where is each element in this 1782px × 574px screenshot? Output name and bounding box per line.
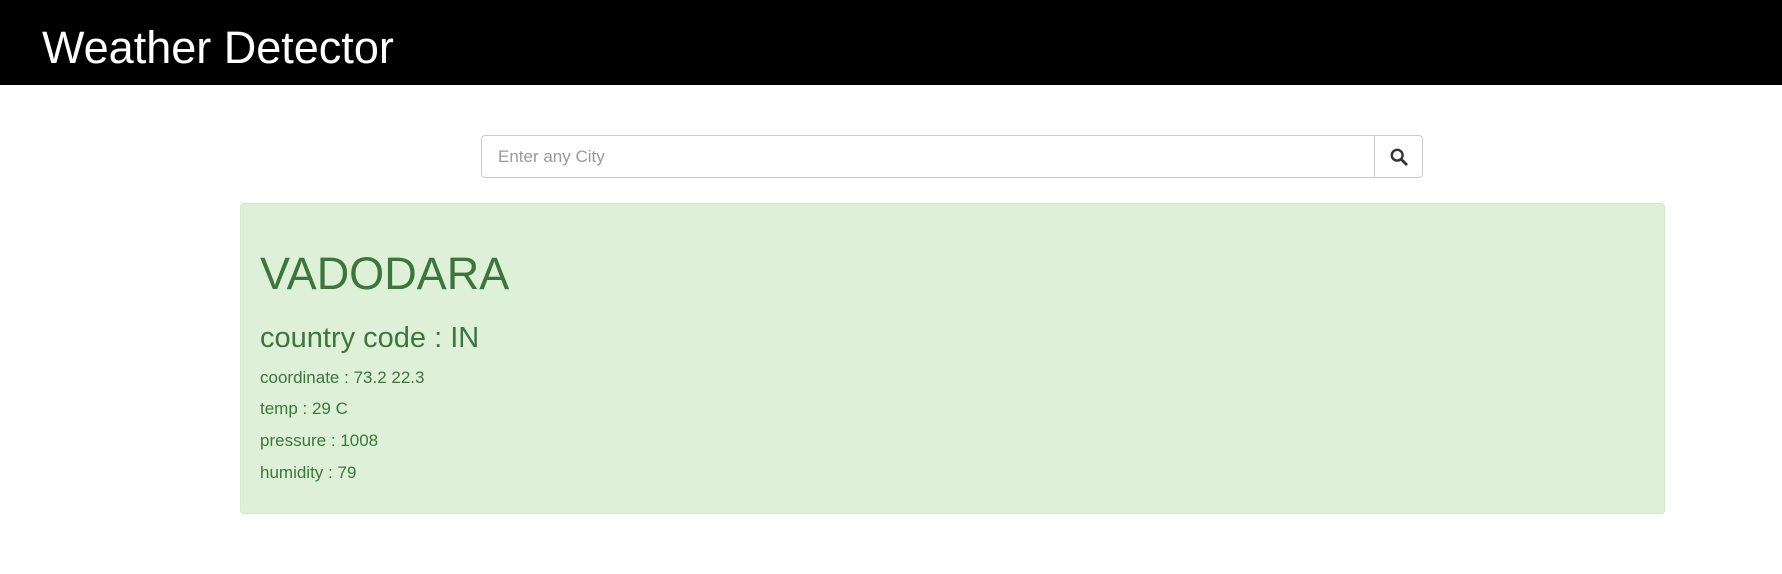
humidity-value: 79 <box>337 463 357 482</box>
city-name: VADODARA <box>260 248 510 299</box>
pressure-value: 1008 <box>340 431 379 450</box>
temp-label: temp : <box>260 399 312 418</box>
app-header: Weather Detector <box>0 0 1782 85</box>
country-code-value: IN <box>450 322 480 354</box>
search-button[interactable] <box>1374 135 1423 178</box>
country-code-label: country code : <box>260 322 451 354</box>
temp-value: 29 C <box>311 399 348 418</box>
app-title: Weather Detector <box>42 22 394 73</box>
humidity-line: humidity : 79 <box>260 462 356 484</box>
coordinate-value: 73.2 22.3 <box>353 368 425 387</box>
pressure-label: pressure : <box>260 431 341 450</box>
humidity-label: humidity : <box>260 463 338 482</box>
coordinate-line: coordinate : 73.2 22.3 <box>260 367 424 389</box>
weather-result-panel: VADODARA country code : IN coordinate : … <box>240 203 1665 514</box>
coordinate-label: coordinate : <box>260 368 354 387</box>
search-icon <box>1390 148 1408 166</box>
city-search-input[interactable] <box>481 135 1374 178</box>
country-code-line: country code : IN <box>260 321 479 355</box>
search-bar <box>481 135 1423 178</box>
pressure-line: pressure : 1008 <box>260 430 378 452</box>
temp-line: temp : 29 C <box>260 398 348 420</box>
